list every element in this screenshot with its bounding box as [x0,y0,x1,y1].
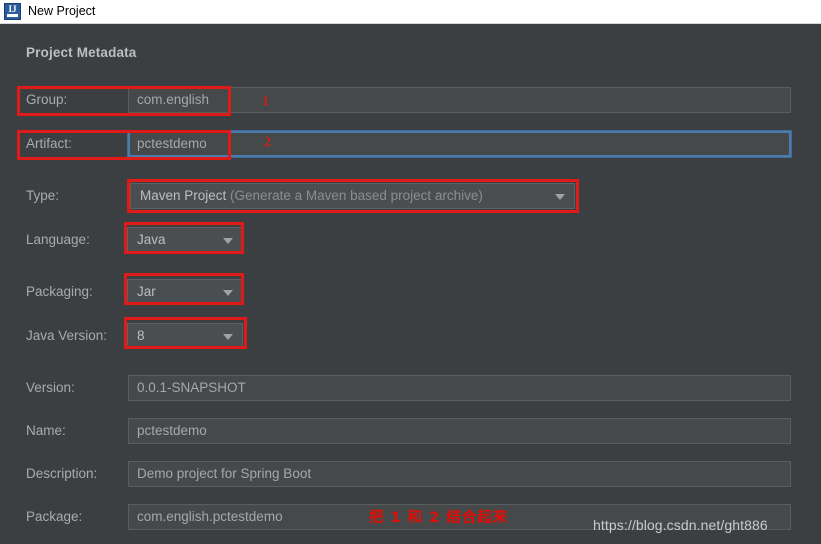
new-project-dialog: IJ New Project Project Metadata Group: c… [0,0,821,544]
watermark-url: https://blog.csdn.net/ght886 [593,517,768,533]
label-type: Type: [26,188,60,203]
intellij-idea-icon-text: IJ [8,4,17,14]
intellij-idea-icon-bar [7,14,18,17]
combo-packaging[interactable]: Jar [127,279,243,305]
combo-packaging-value: Jar [137,284,156,299]
dialog-content: Project Metadata Group: com.english Arti… [0,24,821,544]
window-titlebar: IJ New Project [0,0,821,24]
label-version: Version: [26,380,75,395]
combo-language[interactable]: Java [127,227,243,253]
chevron-down-icon[interactable] [223,238,233,244]
chevron-down-icon[interactable] [223,290,233,296]
combo-type-value-suffix: (Generate a Maven based project archive) [226,188,483,203]
chevron-down-icon[interactable] [223,334,233,340]
label-artifact: Artifact: [26,136,72,151]
input-artifact[interactable]: pctestdemo [128,131,791,157]
annotation-marker-one: 1 [262,94,269,109]
chevron-down-icon[interactable] [555,194,565,200]
input-description[interactable]: Demo project for Spring Boot [128,461,791,487]
combo-java-version-value: 8 [137,328,145,343]
label-java-version: Java Version: [26,328,108,343]
annotation-note: 把 1 和 2 结合起来 [369,510,509,526]
label-group: Group: [26,92,68,107]
label-name: Name: [26,423,66,438]
section-title-project-metadata: Project Metadata [26,45,137,60]
input-group[interactable]: com.english [128,87,791,113]
label-description: Description: [26,466,98,481]
intellij-idea-icon: IJ [4,3,21,20]
combo-language-value: Java [137,232,166,247]
combo-type[interactable]: Maven Project (Generate a Maven based pr… [130,183,575,209]
input-version[interactable]: 0.0.1-SNAPSHOT [128,375,791,401]
annotation-marker-two: 2 [264,135,271,150]
combo-java-version[interactable]: 8 [127,323,243,349]
input-name[interactable]: pctestdemo [128,418,791,444]
combo-type-value: Maven Project [140,188,227,203]
label-package: Package: [26,509,83,524]
window-title: New Project [28,4,96,18]
label-language: Language: [26,232,90,247]
label-packaging: Packaging: [26,284,93,299]
